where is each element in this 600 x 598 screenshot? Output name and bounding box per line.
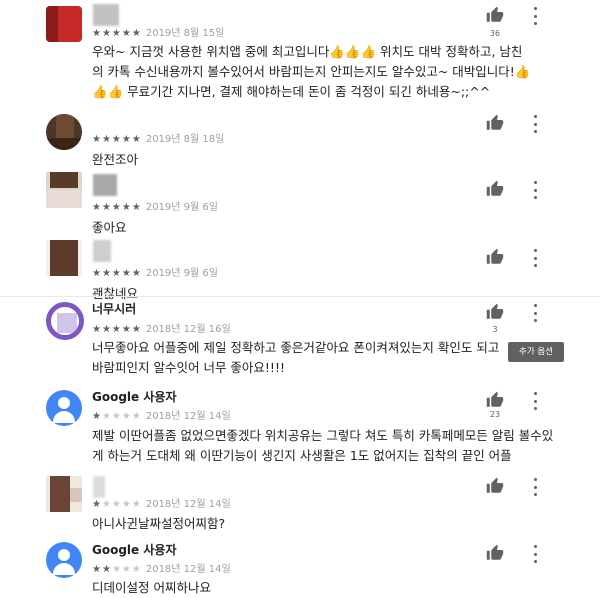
star-rating: ★★★★★ (92, 499, 142, 510)
avatar (46, 302, 84, 340)
reviewer-name: Google 사용자 (92, 390, 177, 404)
review-meta: ★★★★★ 2019년 8월 18일 (92, 130, 224, 145)
star-rating: ★★★★★ (92, 268, 142, 279)
review-text: 너무좋아요 어플중에 제일 정확하고 좋은거같아요 폰이켜져있는지 확인도 되고… (92, 340, 500, 375)
avatar (46, 114, 82, 150)
review-meta: ★★★★★ 2019년 8월 15일 (92, 24, 224, 39)
avatar (46, 6, 82, 42)
avatar (46, 240, 82, 276)
thumb-up-icon[interactable] (486, 248, 504, 266)
review-text: 완전조아 (92, 152, 139, 167)
avatar (46, 172, 82, 208)
star-rating: ★★★★★ (92, 134, 142, 145)
more-vert-icon[interactable] (532, 304, 538, 322)
more-vert-icon[interactable] (532, 545, 538, 563)
more-vert-icon[interactable] (532, 181, 538, 199)
review-text: 제발 이딴어플좀 없었으면좋겠다 위치공유는 그렇다 쳐도 특히 카톡페메모든 … (92, 428, 554, 463)
review-text: 디데이설정 어찌하나요 (92, 580, 211, 595)
like-count: 36 (489, 29, 501, 38)
more-vert-icon[interactable] (532, 392, 538, 410)
review-meta: ★★★★★ 2018년 12월 14일 (92, 407, 231, 422)
review-date: 2019년 9월 6일 (145, 268, 218, 279)
reviewer-name: 너무시러 (92, 302, 137, 316)
review-meta: ★★★★★ 2018년 12월 14일 (92, 560, 231, 575)
thumb-up-icon[interactable] (486, 114, 504, 132)
star-rating: ★★★★★ (92, 324, 142, 335)
reviewer-name-blurred (93, 174, 117, 196)
thumb-up-icon[interactable] (486, 180, 504, 198)
more-vert-icon[interactable] (532, 249, 538, 267)
review-meta: ★★★★★ 2019년 9월 6일 (92, 264, 218, 279)
review-text: 아니사귄날짜설정어찌함? (92, 516, 226, 531)
review-date: 2018년 12월 14일 (145, 411, 231, 422)
reviewer-name-blurred (93, 240, 111, 262)
thumb-up-icon[interactable] (486, 477, 504, 495)
divider (0, 296, 600, 297)
more-options-tooltip: 추가 옵션 (508, 342, 564, 362)
more-vert-icon[interactable] (532, 115, 538, 133)
reviewer-name: Google 사용자 (92, 543, 177, 557)
review-meta: ★★★★★ 2019년 9월 6일 (92, 198, 218, 213)
thumb-up-icon[interactable] (486, 391, 504, 409)
thumb-up-icon[interactable] (486, 6, 504, 24)
star-rating: ★★★★★ (92, 564, 142, 575)
review-date: 2018년 12월 16일 (145, 324, 231, 335)
star-rating: ★★★★★ (92, 202, 142, 213)
review-date: 2019년 8월 15일 (145, 28, 225, 39)
star-rating: ★★★★★ (92, 411, 142, 422)
review-meta: ★★★★★ 2018년 12월 16일 (92, 320, 231, 335)
like-count: 23 (489, 410, 501, 419)
more-vert-icon[interactable] (532, 7, 538, 25)
thumb-up-icon[interactable] (486, 544, 504, 562)
review-text: 좋아요 (92, 220, 127, 235)
reviewer-name-blurred (93, 4, 119, 26)
review-date: 2019년 8월 18일 (145, 134, 225, 145)
review-date: 2018년 12월 14일 (145, 564, 231, 575)
review-date: 2019년 9월 6일 (145, 202, 218, 213)
like-count: 3 (492, 325, 498, 334)
avatar (46, 476, 82, 512)
review-text: 괜찮네요 (92, 286, 139, 301)
review-meta: ★★★★★ 2018년 12월 14일 (92, 495, 231, 510)
person-icon (46, 390, 82, 426)
person-icon (46, 542, 82, 578)
review-date: 2018년 12월 14일 (145, 499, 231, 510)
more-vert-icon[interactable] (532, 478, 538, 496)
star-rating: ★★★★★ (92, 28, 142, 39)
thumb-up-icon[interactable] (486, 303, 504, 321)
review-text: 우와~ 지금껏 사용한 위치앱 중에 최고입니다👍👍👍 위치도 대박 정확하고,… (92, 44, 531, 99)
